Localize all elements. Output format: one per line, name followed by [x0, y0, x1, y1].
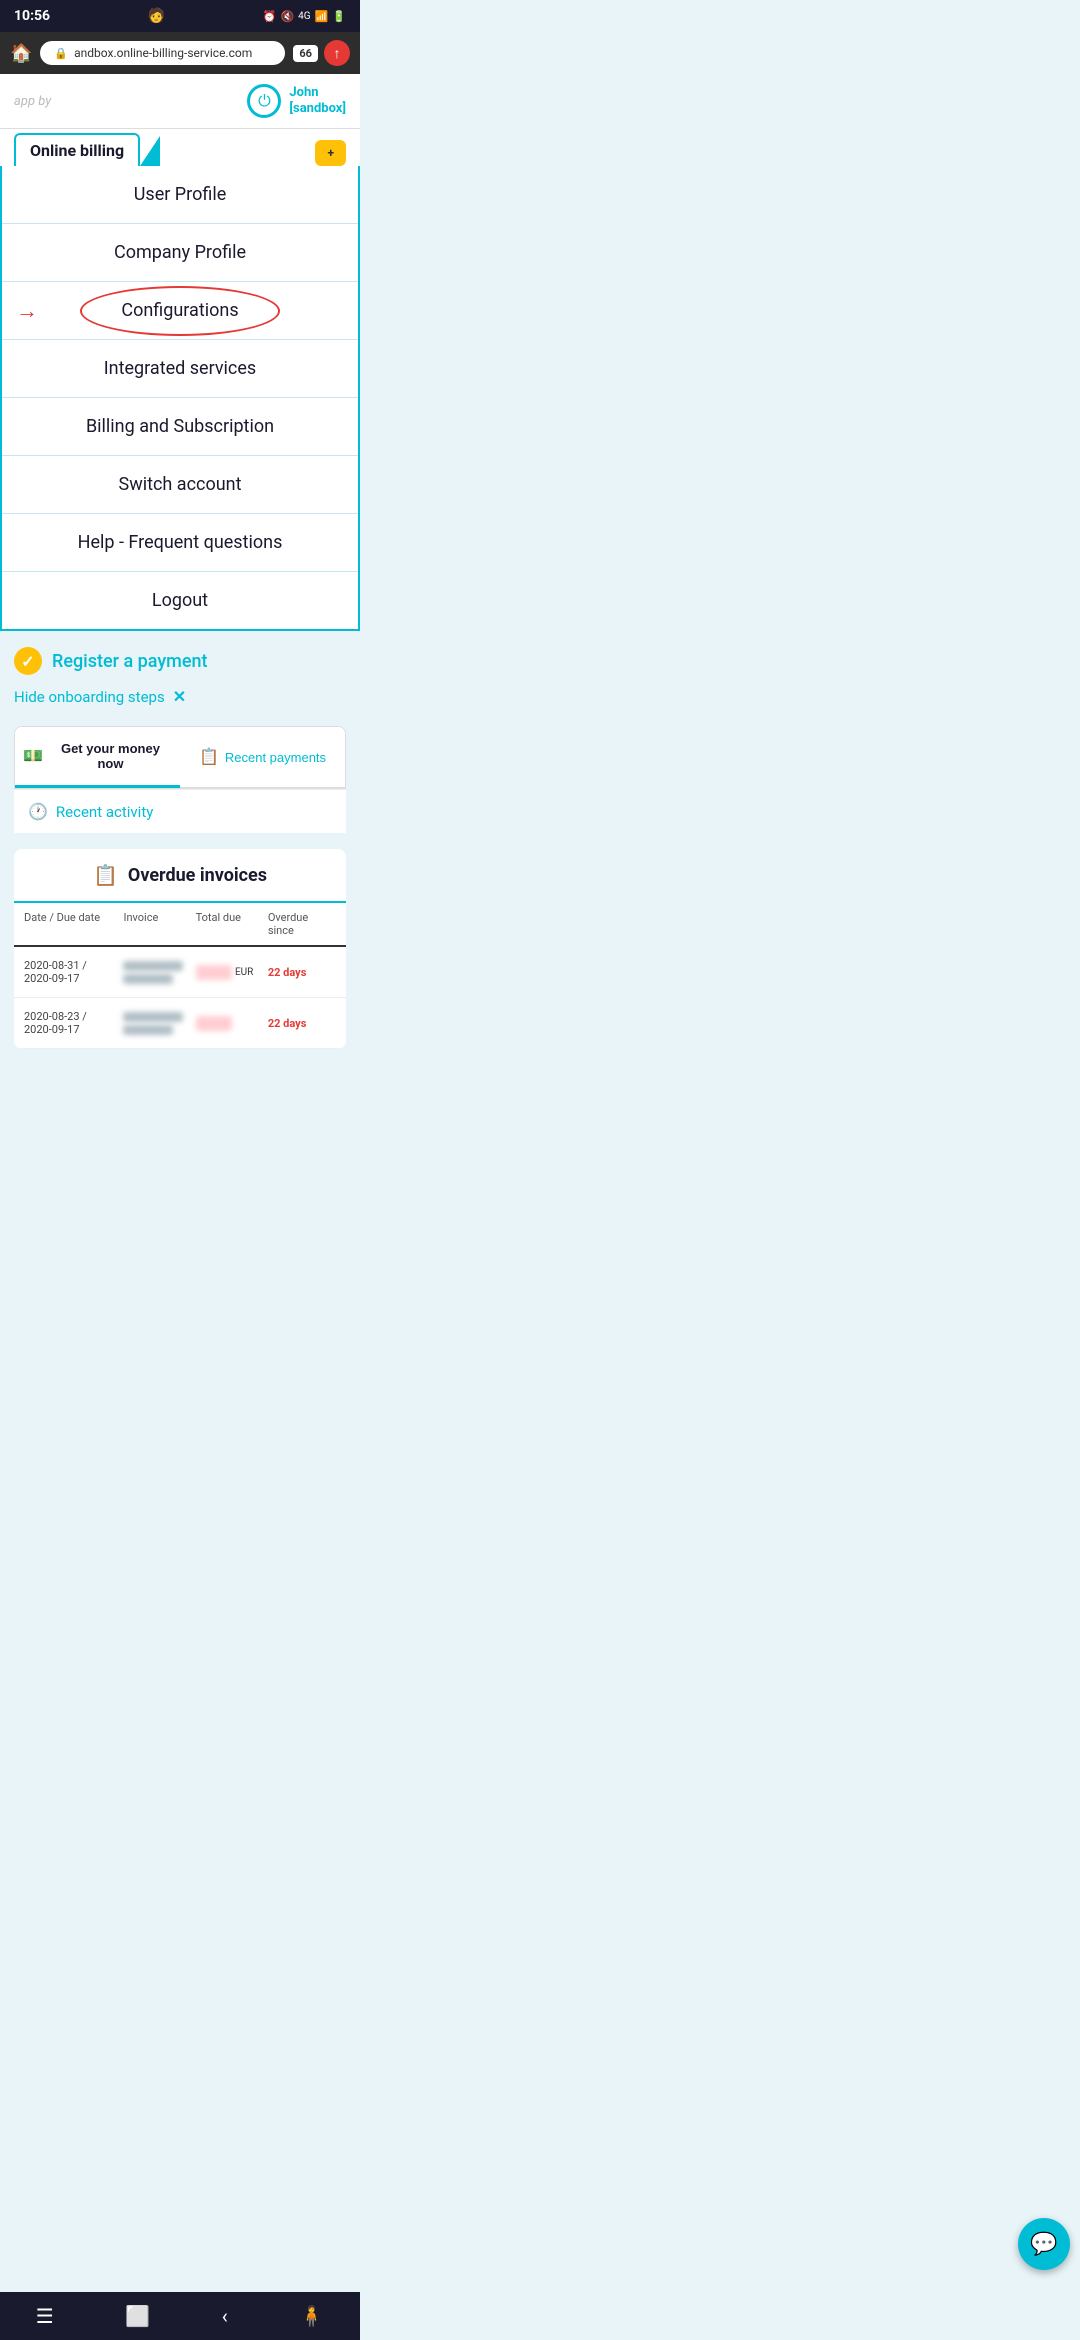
- col-overdue: Overdue since: [268, 911, 336, 937]
- browser-actions: 66 ↑: [293, 40, 350, 66]
- tabs-row: 💵 Get your money now 📋 Recent payments: [14, 726, 346, 789]
- money-icon: 💵: [23, 746, 43, 766]
- menu-item-integrated-services[interactable]: Integrated services: [2, 340, 358, 398]
- clock-icon: 🕐: [28, 802, 48, 821]
- menu-item-switch-account[interactable]: Switch account: [2, 456, 358, 514]
- upload-button[interactable]: ↑: [324, 40, 350, 66]
- invoice-icon: 📋: [93, 863, 118, 887]
- url-text: andbox.online-billing-service.com: [74, 46, 252, 60]
- app-header: app by ⏻ John [sandbox]: [0, 74, 360, 129]
- alarm-icon: ⏰: [263, 10, 277, 23]
- signal-icon: 📶: [315, 10, 329, 23]
- billing-tab-area: Online billing +: [0, 129, 360, 166]
- overdue-header: 📋 Overdue invoices: [14, 849, 346, 903]
- row2-date: 2020-08-23 /2020-09-17: [24, 1010, 119, 1036]
- payments-icon: 📋: [199, 747, 219, 767]
- mute-icon: 🔇: [280, 10, 294, 23]
- menu-item-logout[interactable]: Logout: [2, 572, 358, 629]
- status-icons: ⏰ 🔇 4G 📶 🔋: [263, 10, 346, 23]
- tab-triangle: [140, 136, 160, 166]
- status-time: 10:56: [14, 8, 50, 24]
- col-invoice: Invoice: [123, 911, 191, 937]
- menu-item-company-profile[interactable]: Company Profile: [2, 224, 358, 282]
- network-icon: 4G: [298, 11, 310, 22]
- col-total: Total due: [196, 911, 264, 937]
- url-bar[interactable]: 🔒 andbox.online-billing-service.com: [40, 41, 285, 65]
- register-payment-label: Register a payment: [52, 651, 208, 672]
- person-icon: 🧑: [148, 8, 165, 24]
- menu-item-user-profile[interactable]: User Profile: [2, 166, 358, 224]
- row1-invoice: [123, 961, 191, 984]
- tab-recent-payments[interactable]: 📋 Recent payments: [180, 727, 345, 788]
- arrow-indicator: →: [16, 298, 38, 324]
- battery-icon: 🔋: [332, 10, 346, 23]
- col-date: Date / Due date: [24, 911, 119, 937]
- nav-back-button[interactable]: ‹: [222, 2304, 228, 2328]
- row1-total: #### EUR: [196, 965, 264, 980]
- dropdown-menu: User Profile Company Profile → Configura…: [0, 166, 360, 631]
- lock-icon: 🔒: [54, 47, 68, 60]
- overdue-section: 📋 Overdue invoices Date / Due date Invoi…: [14, 849, 346, 1049]
- page-content: ✓ Register a payment Hide onboarding ste…: [0, 631, 360, 1065]
- billing-tab[interactable]: Online billing: [14, 133, 140, 166]
- power-button[interactable]: ⏻: [247, 84, 281, 118]
- user-sandbox: [sandbox]: [289, 101, 346, 117]
- menu-item-configurations[interactable]: → Configurations: [2, 282, 358, 340]
- yellow-action-button[interactable]: +: [315, 140, 346, 166]
- browser-home-button[interactable]: 🏠: [10, 43, 32, 64]
- hide-onboarding-row[interactable]: Hide onboarding steps ✕: [14, 687, 346, 706]
- menu-item-billing-subscription[interactable]: Billing and Subscription: [2, 398, 358, 456]
- register-payment-row[interactable]: ✓ Register a payment: [14, 647, 346, 675]
- tab-count[interactable]: 66: [293, 45, 318, 62]
- app-logo: app by: [14, 94, 51, 109]
- tab-get-money-now[interactable]: 💵 Get your money now: [15, 727, 180, 788]
- nav-menu-button[interactable]: ☰: [36, 2304, 54, 2328]
- table-header: Date / Due date Invoice Total due Overdu…: [14, 903, 346, 947]
- table-row: 2020-08-31 /2020-09-17 #### EUR 22 days: [14, 947, 346, 998]
- nav-person-button[interactable]: 🧍: [299, 2304, 324, 2328]
- browser-bar: 🏠 🔒 andbox.online-billing-service.com 66…: [0, 32, 360, 74]
- row1-date: 2020-08-31 /2020-09-17: [24, 959, 119, 985]
- row2-overdue: 22 days: [268, 1017, 336, 1030]
- nav-home-button[interactable]: ⬜: [125, 2304, 150, 2328]
- row1-overdue: 22 days: [268, 966, 336, 979]
- recent-activity-label: Recent activity: [56, 803, 153, 821]
- menu-item-help[interactable]: Help - Frequent questions: [2, 514, 358, 572]
- overdue-title: Overdue invoices: [128, 865, 267, 886]
- check-icon: ✓: [14, 647, 42, 675]
- table-row: 2020-08-23 /2020-09-17 #### 22 days: [14, 998, 346, 1049]
- row2-total: ####: [196, 1016, 264, 1031]
- status-bar: 10:56 🧑 ⏰ 🔇 4G 📶 🔋: [0, 0, 360, 32]
- recent-activity-row[interactable]: 🕐 Recent activity: [14, 789, 346, 833]
- user-name: John: [289, 85, 346, 101]
- row2-invoice: [123, 1012, 191, 1035]
- hide-onboarding-label: Hide onboarding steps: [14, 688, 165, 706]
- user-section: ⏻ John [sandbox]: [247, 84, 346, 118]
- chat-button[interactable]: 💬: [1018, 2218, 1070, 2270]
- close-icon[interactable]: ✕: [173, 687, 186, 706]
- bottom-nav: ☰ ⬜ ‹ 🧍: [0, 2292, 360, 2340]
